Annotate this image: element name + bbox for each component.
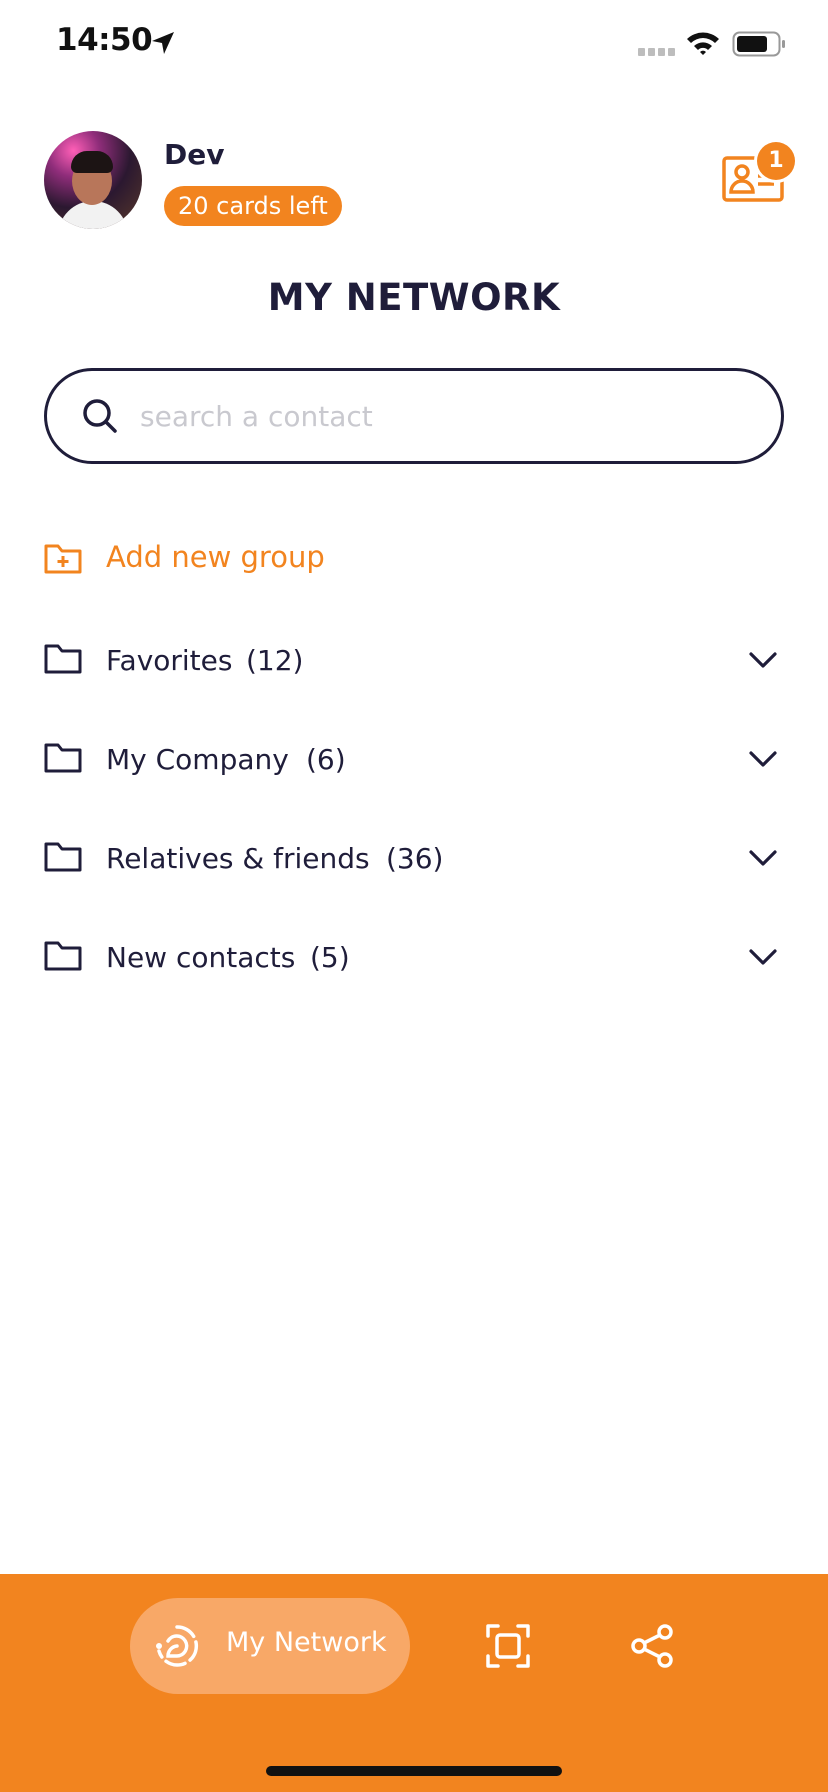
- group-row-relatives-friends[interactable]: Relatives & friends (36): [44, 838, 784, 882]
- status-time: 14:50: [56, 22, 153, 58]
- my-network-icon: [156, 1625, 199, 1667]
- add-group-label: Add new group: [106, 540, 325, 574]
- home-indicator: [266, 1766, 562, 1776]
- chevron-down-icon[interactable]: [748, 848, 778, 868]
- search-input[interactable]: [140, 396, 740, 436]
- avatar[interactable]: [44, 131, 142, 229]
- add-group-row[interactable]: Add new group: [44, 540, 784, 584]
- scan-icon[interactable]: [486, 1624, 530, 1668]
- page-title: MY NETWORK: [267, 276, 561, 319]
- group-row-favorites[interactable]: Favorites (12): [44, 640, 784, 684]
- chevron-down-icon[interactable]: [748, 650, 778, 670]
- group-count: (12): [246, 644, 304, 677]
- battery-icon: [732, 31, 785, 57]
- folder-icon: [44, 941, 82, 971]
- group-count: (5): [310, 941, 350, 974]
- search-icon: [83, 399, 117, 433]
- group-count: (6): [306, 743, 346, 776]
- folder-icon: [44, 842, 82, 872]
- location-arrow-icon: [152, 32, 174, 54]
- cards-left-badge: 20 cards left: [164, 186, 342, 226]
- tab-my-network-label: My Network: [226, 1627, 387, 1658]
- group-name: Relatives & friends: [106, 842, 370, 875]
- user-name: Dev: [164, 138, 225, 171]
- wifi-icon: [687, 32, 719, 55]
- group-name: New contacts: [106, 941, 296, 974]
- folder-add-icon: [44, 544, 82, 574]
- notification-badge: 1: [757, 142, 795, 180]
- share-icon[interactable]: [630, 1624, 674, 1668]
- group-name: My Company: [106, 743, 289, 776]
- group-row-new-contacts[interactable]: New contacts (5): [44, 937, 784, 981]
- signal-icon: [638, 48, 675, 56]
- chevron-down-icon[interactable]: [748, 749, 778, 769]
- group-row-my-company[interactable]: My Company (6): [44, 739, 784, 783]
- group-name: Favorites: [106, 644, 233, 677]
- folder-icon: [44, 644, 82, 674]
- tab-bar: [0, 1574, 828, 1792]
- chevron-down-icon[interactable]: [748, 947, 778, 967]
- group-count: (36): [386, 842, 444, 875]
- folder-icon: [44, 743, 82, 773]
